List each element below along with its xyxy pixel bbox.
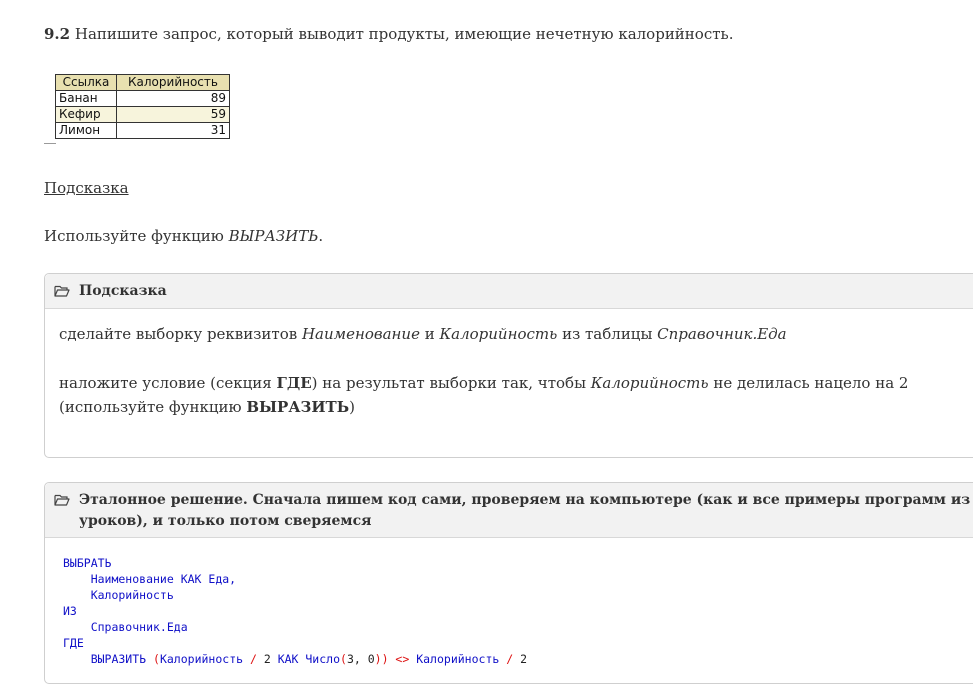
code-line: Калорийность (63, 588, 174, 602)
solution-box-title: Эталонное решение. Сначала пишем код сам… (79, 492, 971, 529)
hint-box-body: сделайте выборку реквизитов Наименование… (59, 322, 973, 444)
cell-name: Кефир (55, 106, 117, 123)
task-number: 9.2 (44, 25, 71, 43)
header-calories: Калорийность (116, 74, 230, 91)
code-line: ВЫРАЗИТЬ (Калорийность / 2 КАК Число(3, … (63, 652, 528, 666)
hint-link[interactable]: Подсказка (44, 179, 129, 197)
use-func-name: ВЫРАЗИТЬ (228, 227, 319, 245)
task-text: Напишите запрос, который выводит продукт… (74, 25, 734, 43)
table-divider (44, 143, 56, 144)
code-line: ГДЕ (63, 636, 84, 650)
sample-table-wrap: Ссылка Калорийность Банан 89 Кефир 59 Ли… (44, 74, 230, 144)
hint-paragraph-1: сделайте выборку реквизитов Наименование… (59, 325, 787, 343)
table-header-row: Ссылка Калорийность (55, 74, 230, 91)
cell-calories: 89 (116, 90, 230, 107)
cell-calories: 59 (116, 106, 230, 123)
table-row: Кефир 59 (55, 106, 230, 123)
task-statement: 9.2 Напишите запрос, который выводит про… (44, 24, 733, 44)
hint-box-title: Подсказка (79, 283, 167, 299)
sample-table: Ссылка Калорийность Банан 89 Кефир 59 Ли… (55, 74, 230, 139)
use-func-suffix: . (318, 227, 324, 245)
header-link: Ссылка (55, 74, 117, 91)
code-block: ВЫБРАТЬ Наименование КАК Еда, Калорийнос… (63, 555, 527, 667)
table-row: Банан 89 (55, 90, 230, 107)
cell-name: Лимон (55, 122, 117, 139)
code-line: ИЗ (63, 604, 77, 618)
hint-paragraph-2: наложите условие (секция ГДЕ) на результ… (59, 374, 909, 416)
use-function-text: Используйте функцию ВЫРАЗИТЬ. (44, 227, 323, 245)
code-line: ВЫБРАТЬ (63, 556, 112, 570)
code-line: Наименование КАК Еда, (63, 572, 237, 586)
cell-name: Банан (55, 90, 117, 107)
cell-calories: 31 (116, 122, 230, 139)
solution-box-header[interactable]: Эталонное решение. Сначала пишем код сам… (45, 483, 973, 538)
code-line: Справочник.Еда (63, 620, 188, 634)
use-func-prefix: Используйте функцию (44, 227, 229, 245)
folder-open-icon (54, 494, 70, 506)
hint-box: Подсказка сделайте выборку реквизитов На… (44, 273, 973, 458)
folder-open-icon (54, 285, 70, 297)
hint-box-header[interactable]: Подсказка (45, 274, 973, 309)
solution-box: Эталонное решение. Сначала пишем код сам… (44, 482, 973, 684)
table-row: Лимон 31 (55, 122, 230, 139)
